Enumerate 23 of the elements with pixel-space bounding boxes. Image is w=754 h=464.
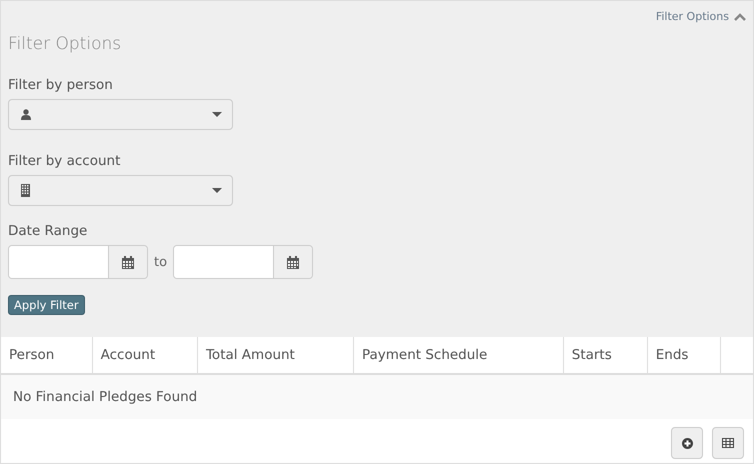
- building-icon: [21, 184, 30, 197]
- select-field[interactable]: [8, 175, 233, 206]
- field-label: Date Range: [8, 223, 88, 239]
- calendar-icon: [122, 256, 134, 268]
- person-icon: [21, 109, 31, 120]
- calendar-icon: [287, 256, 300, 268]
- add-button[interactable]: [671, 427, 703, 459]
- caret-icon: [212, 112, 222, 117]
- empty-message: No Financial Pledges Found: [1, 374, 753, 419]
- date-field[interactable]: [8, 245, 148, 279]
- grid-icon: [722, 438, 734, 448]
- range-separator: to: [154, 254, 168, 270]
- filter-toggle[interactable]: Filter Options: [656, 10, 746, 23]
- grid-button[interactable]: [712, 427, 744, 459]
- field-label: Filter by account: [8, 153, 122, 169]
- plus-circle-icon: [682, 438, 692, 448]
- panel-title: Filter Options: [8, 34, 122, 54]
- chevron-icon: [734, 12, 746, 20]
- select-field[interactable]: [8, 99, 233, 130]
- date-field[interactable]: [173, 245, 314, 279]
- apply-filter-button[interactable]: Apply Filter: [8, 295, 85, 315]
- caret-icon: [212, 188, 222, 193]
- field-label: Filter by person: [8, 77, 114, 93]
